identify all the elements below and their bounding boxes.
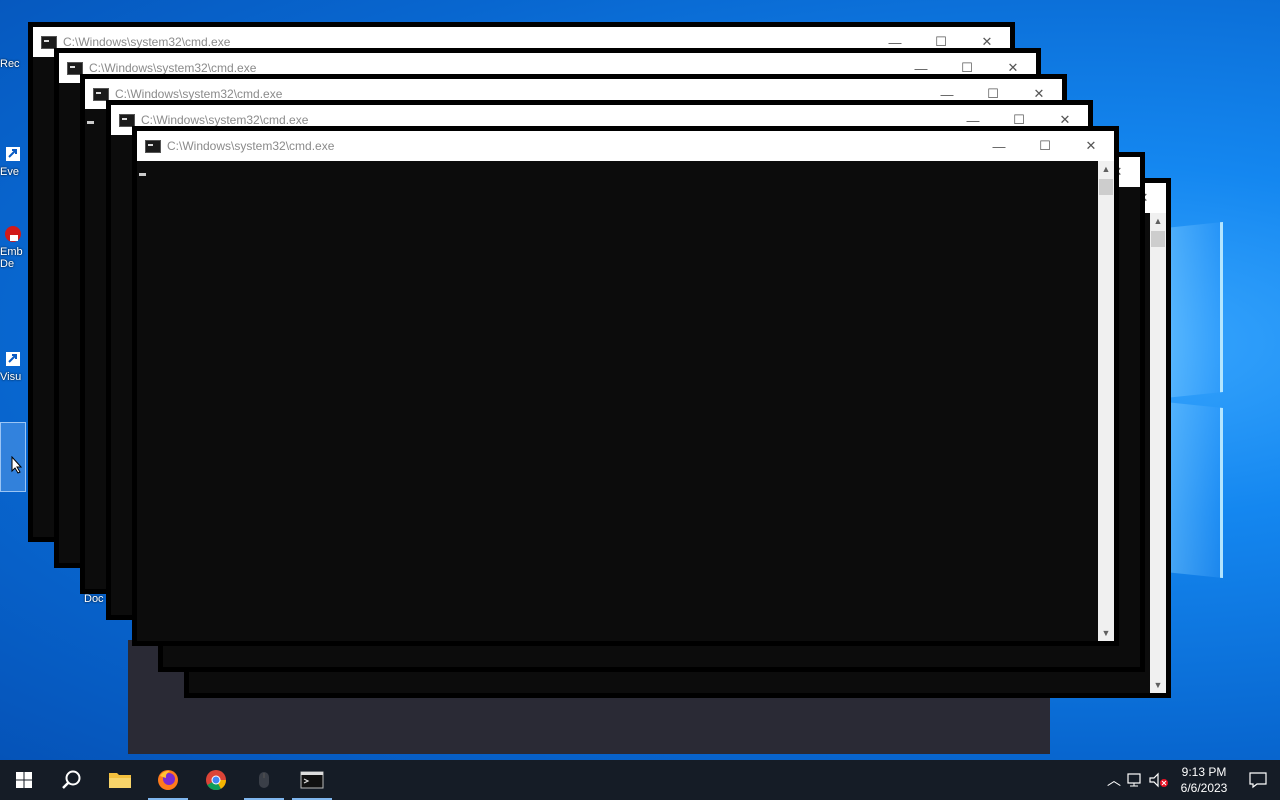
scroll-down-icon[interactable]: ▼ (1098, 625, 1114, 641)
volume-muted-icon[interactable] (1148, 771, 1172, 789)
shortcut-icon (6, 147, 20, 161)
maximize-button[interactable]: ☐ (1022, 131, 1068, 161)
scroll-up-icon[interactable]: ▲ (1098, 161, 1114, 177)
clock[interactable]: 9:13 PM 6/6/2023 (1172, 764, 1236, 796)
desktop-icon-event[interactable]: Eve (0, 145, 26, 178)
network-icon[interactable] (1126, 771, 1148, 789)
clock-date: 6/6/2023 (1180, 781, 1228, 795)
app-logo-icon (5, 226, 21, 242)
folder-icon (109, 773, 131, 788)
mouse-pointer-icon (11, 456, 23, 474)
notification-center-icon[interactable] (1236, 770, 1280, 790)
cmd-window-front[interactable]: C:\Windows\system32\cmd.exe — ☐ ✕ ▲ ▼ (137, 131, 1114, 641)
scroll-thumb[interactable] (1099, 179, 1113, 195)
clock-time: 9:13 PM (1181, 765, 1227, 779)
windows-logo-wallpaper (1165, 221, 1225, 580)
scroll-up-icon[interactable]: ▲ (1150, 213, 1166, 229)
cmd-titlebar[interactable]: C:\Windows\system32\cmd.exe — ☐ ✕ (137, 131, 1114, 161)
scrollbar[interactable]: ▲ ▼ (1098, 161, 1114, 641)
minimize-button[interactable]: — (976, 131, 1022, 161)
close-button[interactable]: ✕ (1068, 131, 1114, 161)
desktop-icon-visual[interactable]: Visu (0, 350, 26, 383)
chevron-up-icon[interactable]: ︿ (1102, 770, 1126, 790)
desktop-icon-documents[interactable]: Doc (84, 593, 110, 605)
chrome-button[interactable] (192, 760, 240, 800)
firefox-button[interactable] (144, 760, 192, 800)
mouse-icon (259, 772, 269, 788)
console-area[interactable] (137, 161, 1098, 641)
shortcut-icon (6, 352, 20, 366)
mouse-app-button[interactable] (240, 760, 288, 800)
scroll-thumb[interactable] (1151, 231, 1165, 247)
desktop: Rec Eve Emb De Visu Doc ✕ ▲ ▼ ✕ C:\Windo… (0, 0, 1280, 760)
cmd-icon (145, 139, 161, 153)
scroll-down-icon[interactable]: ▼ (1150, 677, 1166, 693)
scrollbar[interactable]: ▲ ▼ (1150, 213, 1166, 693)
cmd-icon (41, 35, 57, 49)
start-button[interactable] (0, 760, 48, 800)
firefox-icon (158, 770, 178, 790)
cmd-icon (67, 61, 83, 75)
cmd-icon (119, 113, 135, 127)
file-explorer-button[interactable] (96, 760, 144, 800)
text-cursor (139, 173, 146, 176)
text-cursor (87, 121, 94, 124)
search-button[interactable] (48, 760, 96, 800)
desktop-icon-ember[interactable]: Emb De (0, 225, 26, 270)
desktop-icon-recycle-bin[interactable]: Rec (0, 58, 26, 70)
command-prompt-button[interactable] (288, 760, 336, 800)
windows-start-icon (16, 772, 32, 788)
system-tray: ︿ 9:13 PM 6/6/2023 (1102, 760, 1280, 800)
chrome-icon (206, 770, 227, 791)
taskbar: ︿ 9:13 PM 6/6/2023 (0, 760, 1280, 800)
command-prompt-icon (300, 771, 324, 789)
search-icon (62, 770, 81, 789)
cmd-icon (93, 87, 109, 101)
